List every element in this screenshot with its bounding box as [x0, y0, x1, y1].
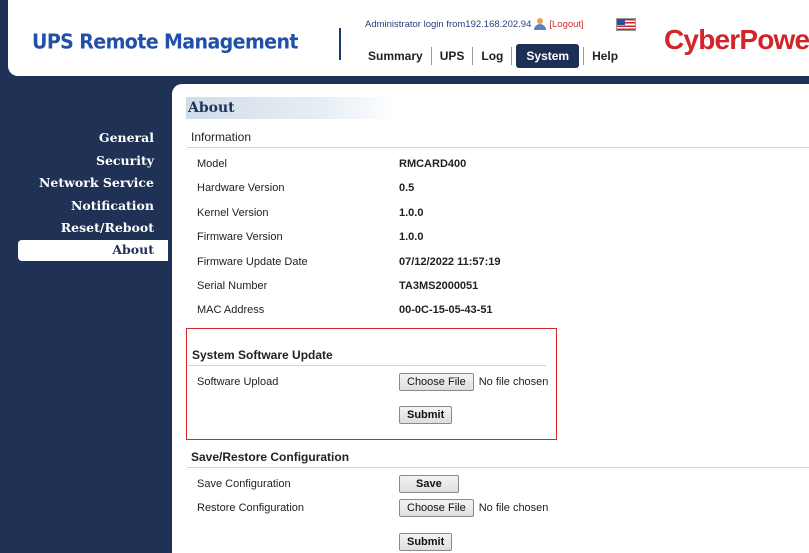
info-value: RMCARD400: [399, 158, 467, 170]
info-row-firmware-update-date: Firmware Update Date 07/12/2022 11:57:19: [197, 254, 501, 270]
submit-control: Submit: [399, 406, 453, 424]
choose-file-button-restore[interactable]: Choose File: [399, 499, 474, 517]
restore-control: Choose File No file chosen: [399, 499, 548, 517]
user-icon: [533, 18, 547, 30]
app-title: UPS Remote Management: [32, 30, 298, 54]
restore-configuration-label: Restore Configuration: [197, 502, 305, 514]
info-label: Kernel Version: [197, 207, 269, 219]
nav-log[interactable]: Log: [473, 49, 511, 63]
login-text: Administrator login from192.168.202.94: [365, 18, 532, 30]
submit-button[interactable]: Submit: [399, 406, 453, 424]
file-status-restore: No file chosen: [478, 502, 549, 514]
sidebar-item-reset-reboot[interactable]: Reset/Reboot: [8, 217, 168, 240]
save-button[interactable]: Save: [399, 475, 459, 493]
info-row-model: Model RMCARD400: [197, 156, 466, 172]
file-status: No file chosen: [478, 376, 549, 388]
cyberpower-logo: CyberPower: [664, 24, 809, 55]
info-row-hardware-version: Hardware Version 0.5: [197, 180, 414, 196]
info-label: Serial Number: [197, 280, 268, 292]
information-heading: Information: [187, 127, 809, 148]
page-title: About: [186, 97, 398, 119]
nav-ups[interactable]: UPS: [432, 49, 473, 63]
header: UPS Remote Management Administrator logi…: [8, 0, 809, 76]
nav-separator: [511, 47, 513, 65]
sidebar-item-about[interactable]: About: [18, 239, 168, 261]
info-value: 1.0.0: [399, 207, 424, 219]
info-value: 1.0.0: [399, 231, 424, 243]
main-content: About Information Model RMCARD400 Hardwar…: [172, 84, 809, 553]
sidebar-item-notification[interactable]: Notification: [8, 195, 168, 218]
login-info: Administrator login from192.168.202.94 […: [365, 18, 584, 30]
system-software-update-heading: System Software Update: [188, 345, 546, 366]
software-upload-label: Software Upload: [197, 376, 279, 388]
info-label: Hardware Version: [197, 182, 285, 194]
software-upload-control: Choose File No file chosen: [399, 373, 548, 391]
info-label: Firmware Update Date: [197, 256, 308, 268]
info-value: 07/12/2022 11:57:19: [399, 256, 501, 268]
nav-summary[interactable]: Summary: [360, 49, 431, 63]
info-label: Firmware Version: [197, 231, 283, 243]
nav-help[interactable]: Help: [584, 49, 626, 63]
header-divider: [339, 28, 341, 60]
nav-system[interactable]: System: [516, 44, 580, 68]
save-restore-heading: Save/Restore Configuration: [187, 447, 809, 468]
us-flag-icon[interactable]: [616, 18, 636, 31]
top-nav: Summary UPS Log System Help: [360, 44, 626, 68]
save-control: Save: [399, 475, 459, 493]
info-row-mac-address: MAC Address 00-0C-15-05-43-51: [197, 302, 493, 318]
sidebar-item-network-service[interactable]: Network Service: [8, 172, 168, 195]
info-row-kernel-version: Kernel Version 1.0.0: [197, 205, 423, 221]
info-value: TA3MS2000051: [399, 280, 479, 292]
save-configuration-label: Save Configuration: [197, 478, 291, 490]
info-row-firmware-version: Firmware Version 1.0.0: [197, 229, 423, 245]
restore-submit-control: Submit: [399, 533, 453, 551]
choose-file-button[interactable]: Choose File: [399, 373, 474, 391]
info-value: 00-0C-15-05-43-51: [399, 304, 493, 316]
info-label: Model: [197, 158, 227, 170]
info-label: MAC Address: [197, 304, 265, 316]
sidebar-item-general[interactable]: General: [8, 127, 168, 150]
sidebar-item-security[interactable]: Security: [8, 150, 168, 173]
info-value: 0.5: [399, 182, 415, 194]
logout-link[interactable]: [Logout]: [549, 19, 583, 30]
restore-submit-button[interactable]: Submit: [399, 533, 453, 551]
info-row-serial-number: Serial Number TA3MS2000051: [197, 278, 478, 294]
